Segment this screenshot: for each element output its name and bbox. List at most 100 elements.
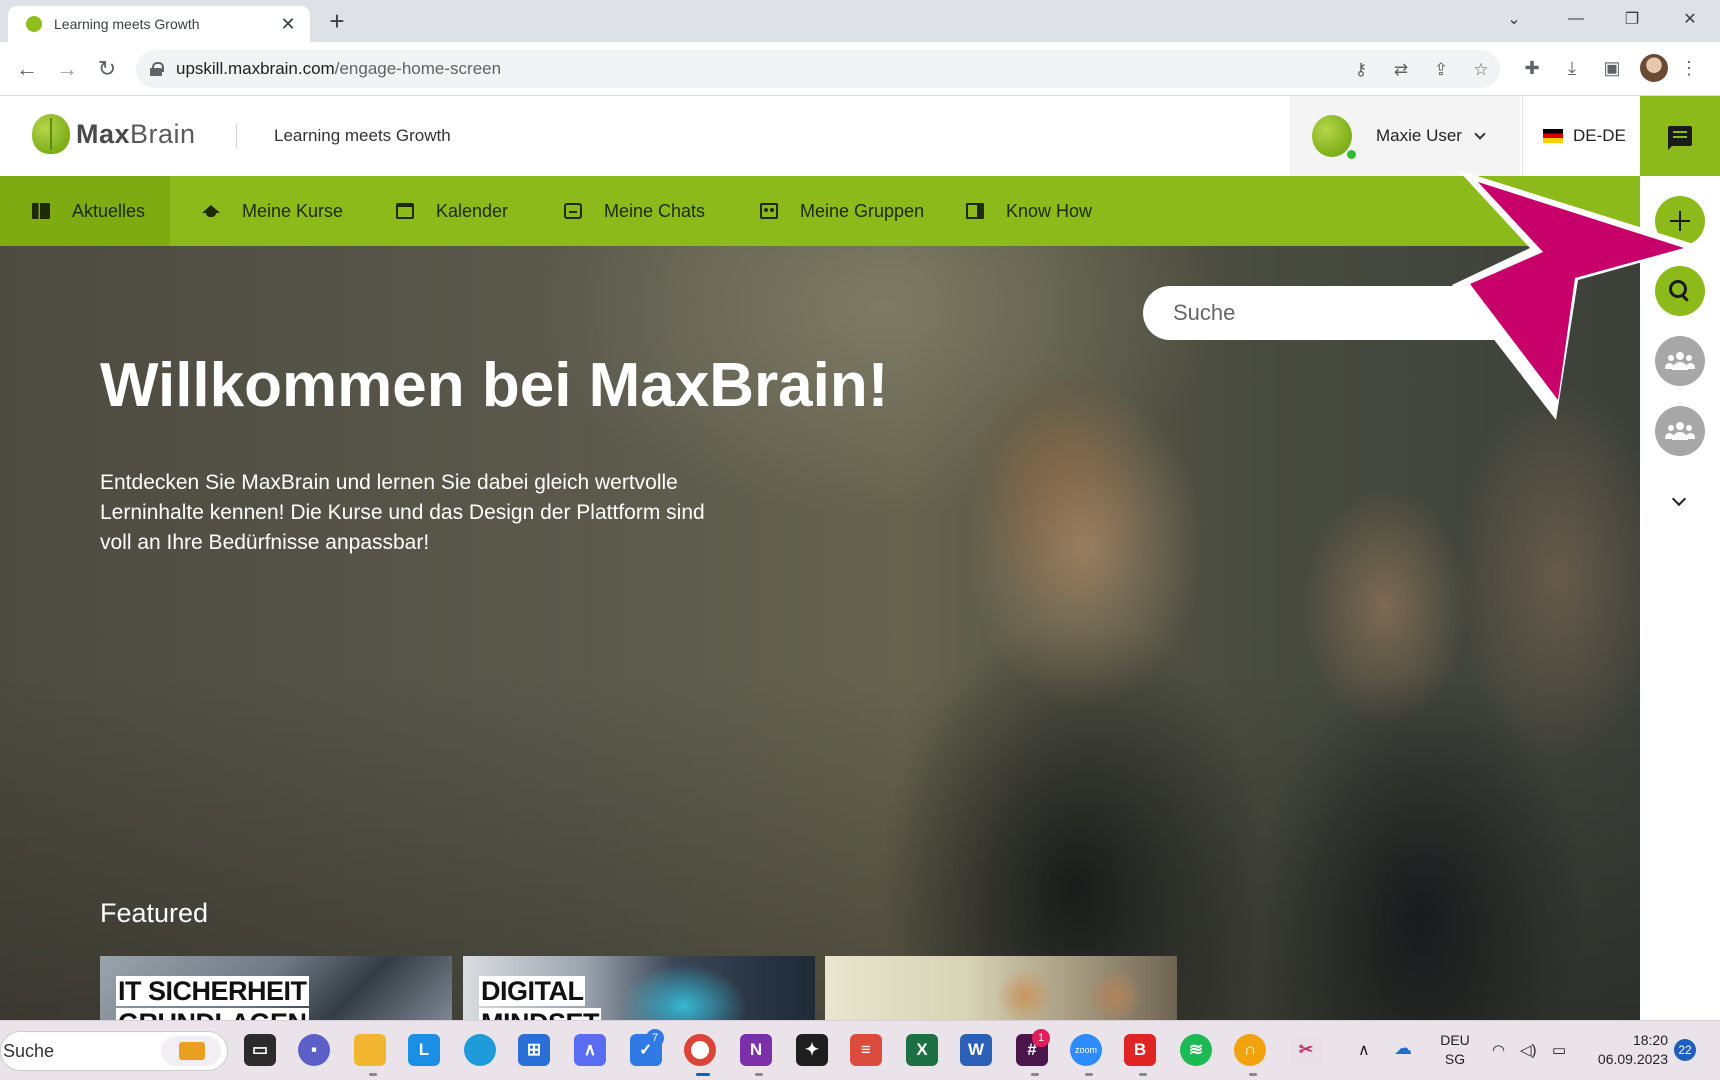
teams-icon[interactable]: ▪ <box>298 1034 330 1066</box>
todoist-icon[interactable]: ≡ <box>850 1034 882 1066</box>
key-icon[interactable]: ⚷ <box>1350 59 1372 81</box>
nav-item-label: Aktuelles <box>72 200 146 221</box>
onedrive-icon[interactable]: ☁ <box>1394 1039 1412 1058</box>
nav-item-label: Meine Gruppen <box>800 200 925 221</box>
file-explorer-icon[interactable] <box>354 1034 386 1066</box>
header-tagline: Learning meets Growth <box>274 126 451 145</box>
search-button[interactable] <box>1655 266 1705 316</box>
user-menu[interactable]: Maxie User <box>1290 96 1520 176</box>
back-arrow-icon[interactable]: ← <box>12 54 42 84</box>
hero-title: Willkommen bei MaxBrain! <box>100 351 889 420</box>
group-button[interactable] <box>1655 406 1705 456</box>
reload-icon[interactable]: ↻ <box>92 54 122 84</box>
url-host: upskill.maxbrain.com <box>176 59 335 78</box>
profile-avatar[interactable] <box>1640 54 1668 82</box>
edge-icon[interactable] <box>464 1034 496 1066</box>
forward-arrow-icon[interactable]: → <box>52 54 82 84</box>
nav-item-meine-kurse[interactable]: Meine Kurse <box>202 176 343 246</box>
close-window-button[interactable]: ✕ <box>1666 0 1714 38</box>
share-icon[interactable]: ⇪ <box>1430 59 1452 81</box>
battery-icon[interactable]: ▭ <box>1552 1041 1566 1060</box>
chevron-down-icon[interactable] <box>1671 491 1687 507</box>
excel-icon[interactable]: X <box>906 1034 938 1066</box>
astrill-icon[interactable]: ∧ <box>574 1034 606 1066</box>
brain-logo-icon <box>32 114 70 154</box>
new-tab-button[interactable]: + <box>322 6 352 36</box>
tab-search-icon[interactable]: ⌄ <box>1490 0 1538 38</box>
side-panel-icon[interactable]: ▣ <box>1598 54 1626 82</box>
lock-icon <box>150 62 164 76</box>
card-title-line: MINDSET <box>479 1008 601 1020</box>
screen: Learning meets Growth ✕ + ⌄ — ❐ ✕ ← → ↻ … <box>0 0 1720 1080</box>
group-icon <box>760 203 778 219</box>
snipping-tool-icon[interactable]: ✂ <box>1290 1034 1322 1066</box>
download-icon[interactable]: ⤓ <box>1558 54 1586 82</box>
german-flag-icon <box>1543 129 1563 143</box>
featured-card[interactable] <box>825 956 1177 1020</box>
right-action-rail <box>1640 176 1720 1020</box>
nav-item-meine-gruppen[interactable]: Meine Gruppen <box>760 176 924 246</box>
language-label: DE-DE <box>1573 126 1626 145</box>
volume-icon[interactable]: ◁) <box>1520 1041 1537 1060</box>
todo-badge: 7 <box>646 1029 664 1047</box>
b-app-icon[interactable]: B <box>1124 1034 1156 1066</box>
notification-count-badge[interactable]: 22 <box>1674 1039 1696 1061</box>
maxbrain-logo[interactable]: MaxBrain <box>32 114 196 154</box>
search-box[interactable] <box>1143 286 1519 340</box>
add-button[interactable] <box>1655 196 1705 246</box>
featured-card[interactable]: DIGITAL MINDSET <box>463 956 815 1020</box>
browser-menu-icon[interactable]: ⋮ <box>1680 54 1698 82</box>
vpn-icon[interactable]: ∩ <box>1234 1034 1266 1066</box>
language-selector[interactable]: DE-DE <box>1522 96 1640 176</box>
browser-tab-strip: Learning meets Growth ✕ + ⌄ — ❐ ✕ <box>0 0 1720 42</box>
featured-heading: Featured <box>100 898 209 928</box>
figma-icon[interactable]: ✦ <box>796 1034 828 1066</box>
onenote-icon[interactable]: N <box>740 1034 772 1066</box>
restore-button[interactable]: ❐ <box>1608 0 1656 38</box>
tab-title: Learning meets Growth <box>54 16 200 32</box>
browser-tab[interactable]: Learning meets Growth ✕ <box>8 6 310 42</box>
search-icon[interactable] <box>1495 302 1517 324</box>
taskbar-search[interactable]: Suche <box>0 1031 228 1071</box>
nav-item-label: Kalender <box>436 200 509 221</box>
minimize-button[interactable]: — <box>1552 0 1600 38</box>
spotify-icon[interactable]: ≋ <box>1180 1034 1212 1066</box>
store-icon[interactable]: ⊞ <box>518 1034 550 1066</box>
system-clock[interactable]: 18:20 06.09.2023 <box>1588 1031 1668 1069</box>
card-title-line: DIGITAL <box>479 976 586 1006</box>
logo-text-bold: Max <box>76 118 131 149</box>
calendar-icon <box>396 203 414 219</box>
task-view-icon[interactable]: ▭ <box>244 1034 276 1066</box>
chrome-icon[interactable] <box>684 1034 716 1066</box>
l-app-icon[interactable]: L <box>408 1034 440 1066</box>
site-header: MaxBrain Learning meets Growth Maxie Use… <box>0 96 1640 176</box>
windows-taskbar: Suche ▭ ▪ L ⊞ ∧ ✓ 7 N ✦ ≡ X W # 1 zoom B… <box>0 1020 1720 1080</box>
tab-close-icon[interactable]: ✕ <box>278 14 298 35</box>
nav-item-kalender[interactable]: Kalender <box>396 176 508 246</box>
word-icon[interactable]: W <box>960 1034 992 1066</box>
zoom-icon[interactable]: zoom <box>1070 1034 1102 1066</box>
nav-item-label: Know How <box>1006 200 1093 221</box>
browser-toolbar: ← → ↻ upskill.maxbrain.com /engage-home-… <box>0 42 1720 96</box>
wifi-icon[interactable]: ◠ <box>1492 1041 1505 1060</box>
keyboard-language[interactable]: DEU SG <box>1440 1031 1470 1069</box>
url-path: /engage-home-screen <box>334 59 502 78</box>
extensions-puzzle-icon[interactable]: ✚ <box>1518 54 1546 82</box>
bookmark-star-icon[interactable]: ☆ <box>1470 59 1492 81</box>
address-bar[interactable]: upskill.maxbrain.com /engage-home-screen… <box>136 50 1500 88</box>
featured-card[interactable]: IT SICHERHEIT GRUNDLAGEN <box>100 956 452 1020</box>
nav-item-know-how[interactable]: Know How <box>966 176 1092 246</box>
tray-overflow-chevron-icon[interactable]: ∧ <box>1358 1041 1370 1060</box>
header-divider <box>236 124 237 148</box>
graduation-cap-icon <box>202 205 220 217</box>
taskbar-search-label: Suche <box>3 1041 55 1061</box>
translate-icon[interactable]: ⇄ <box>1390 59 1412 81</box>
group-button[interactable] <box>1655 336 1705 386</box>
card-title-line: GRUNDLAGEN <box>116 1008 309 1020</box>
message-icon <box>1668 126 1692 150</box>
search-input[interactable] <box>1173 300 1463 326</box>
chat-toggle-button[interactable] <box>1640 96 1720 176</box>
hero-banner: Willkommen bei MaxBrain! Entdecken Sie M… <box>0 246 1640 1020</box>
nav-item-aktuelles[interactable]: Aktuelles <box>0 176 170 246</box>
nav-item-meine-chats[interactable]: Meine Chats <box>564 176 705 246</box>
